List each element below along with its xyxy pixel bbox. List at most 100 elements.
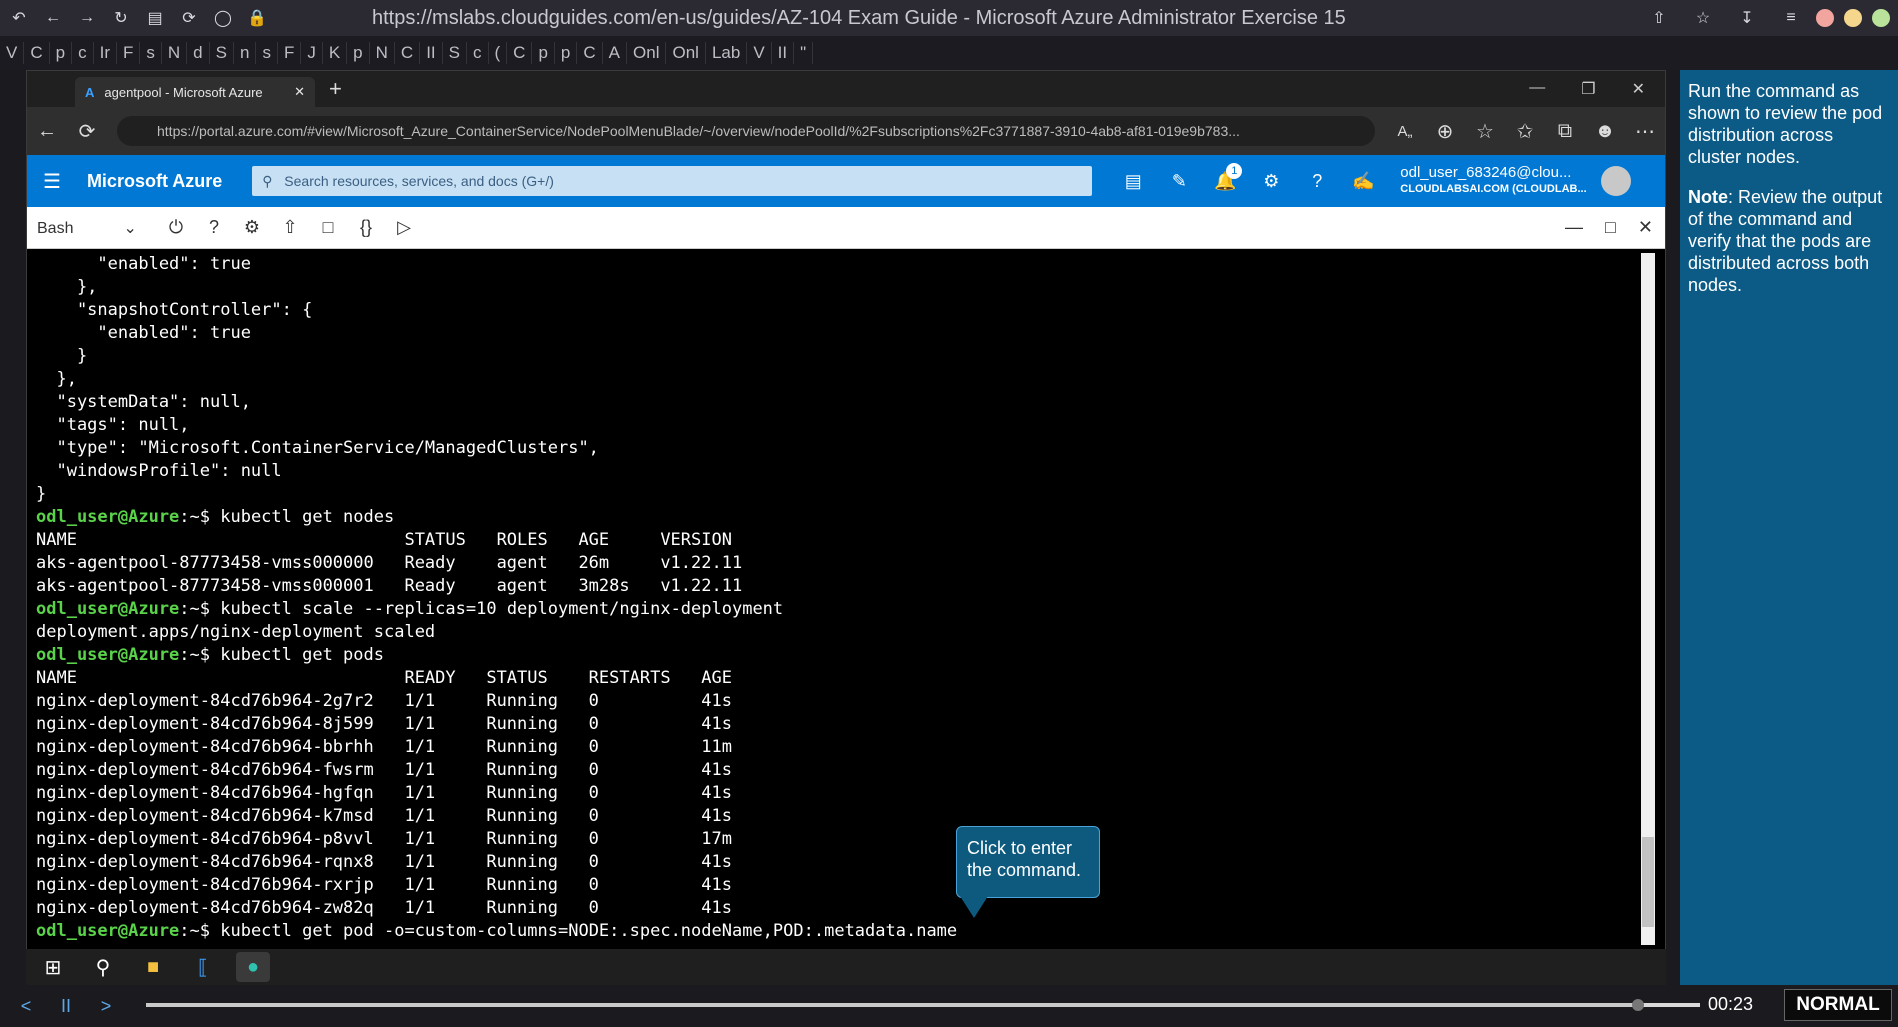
read-aloud-icon[interactable]: A„ — [1385, 123, 1425, 140]
search-icon[interactable]: ⚲ — [86, 952, 120, 982]
reload-icon[interactable]: ⟳ — [174, 3, 204, 33]
tab-close-icon[interactable]: ✕ — [294, 84, 305, 100]
outer-url-field[interactable]: https://mslabs.cloudguides.com/en-us/gui… — [372, 7, 1372, 30]
bookmark-item[interactable]: N — [370, 42, 395, 64]
editor-icon[interactable]: {} — [347, 217, 385, 238]
terminal[interactable]: "enabled": true }, "snapshotController":… — [27, 249, 1665, 949]
bookmark-item[interactable]: J — [301, 42, 323, 64]
edge-refresh-icon[interactable]: ⟳ — [67, 119, 107, 144]
windows-start-icon[interactable]: ⊞ — [36, 952, 70, 982]
upload-download-icon[interactable]: ⇧ — [271, 217, 309, 238]
directory-filter-icon[interactable]: ✎ — [1156, 171, 1202, 192]
feedback-icon[interactable]: ✍ — [1340, 171, 1386, 192]
bookmark-item[interactable]: p — [532, 42, 555, 64]
cs-minimize-icon[interactable]: — — [1565, 217, 1583, 238]
zoom-icon[interactable]: ⊕ — [1425, 119, 1465, 144]
bookmark-item[interactable]: A — [603, 42, 628, 64]
bookmark-item[interactable]: F — [278, 42, 302, 64]
bookmark-item[interactable]: n — [234, 42, 257, 64]
bookmark-item[interactable]: d — [187, 42, 210, 64]
favorites-icon[interactable]: ✩ — [1505, 119, 1545, 144]
bookmark-item[interactable]: Ir — [94, 42, 117, 64]
forward-icon[interactable]: → — [72, 3, 102, 33]
close-dot-icon[interactable] — [1816, 9, 1834, 27]
edge-back-icon[interactable]: ← — [27, 120, 67, 143]
shield-icon[interactable]: ◯ — [208, 3, 238, 33]
bookmark-item[interactable]: Onl — [666, 42, 706, 64]
cs-close-icon[interactable]: ✕ — [1638, 217, 1653, 238]
back-icon[interactable]: ← — [38, 3, 68, 33]
next-icon[interactable]: > — [86, 996, 126, 1017]
edge-restore-icon[interactable]: ❐ — [1581, 79, 1595, 99]
settings-icon[interactable]: ⚙ — [233, 217, 271, 238]
reader-icon[interactable]: ▤ — [140, 3, 170, 33]
bookmark-item[interactable]: p — [50, 42, 73, 64]
azure-search-input[interactable]: ⚲ Search resources, services, and docs (… — [252, 166, 1093, 196]
bookmark-item[interactable]: Lab — [706, 42, 748, 64]
menu-icon[interactable]: ≡ — [1776, 3, 1806, 33]
account-info[interactable]: odl_user_683246@clou... CLOUDLABSAI.COM … — [1400, 165, 1586, 197]
scrollbar-thumb[interactable] — [1642, 837, 1654, 927]
bookmark-item[interactable]: C — [577, 42, 603, 64]
hamburger-icon[interactable]: ☰ — [43, 169, 61, 194]
bookmark-item[interactable]: S — [443, 42, 467, 64]
bookmark-item[interactable]: s — [256, 42, 278, 64]
avatar[interactable] — [1600, 166, 1631, 196]
more-icon[interactable]: ⋯ — [1625, 119, 1665, 144]
bookmark-item[interactable]: II — [772, 42, 795, 64]
tab-agentpool[interactable]: A agentpool - Microsoft Azure ✕ — [75, 77, 315, 107]
bookmark-item[interactable]: ( — [489, 42, 508, 64]
bookmark-item[interactable]: N — [162, 42, 188, 64]
share-icon[interactable]: ⇧ — [1644, 3, 1674, 33]
bookmark-item[interactable]: p — [347, 42, 370, 64]
collections-icon[interactable]: ⧉ — [1545, 120, 1585, 143]
mode-badge[interactable]: NORMAL — [1784, 989, 1892, 1021]
web-preview-icon[interactable]: ▷ — [385, 217, 423, 238]
maximize-dot-icon[interactable] — [1872, 9, 1890, 27]
progress-knob[interactable] — [1631, 999, 1644, 1011]
bookmark-item[interactable]: c — [72, 42, 94, 64]
star-icon[interactable]: ☆ — [1688, 3, 1718, 33]
minimize-dot-icon[interactable] — [1844, 9, 1862, 27]
bookmark-item[interactable]: S — [210, 42, 234, 64]
progress-track[interactable] — [146, 999, 1700, 1011]
vscode-icon[interactable]: ⟦ — [186, 952, 220, 982]
bookmark-item[interactable]: C — [395, 42, 421, 64]
help-icon[interactable]: ? — [195, 217, 233, 238]
shell-selector[interactable]: Bash ⌄ — [37, 218, 157, 238]
bookmark-item[interactable]: V — [0, 42, 25, 64]
cs-maximize-icon[interactable]: □ — [1605, 217, 1616, 238]
bookmark-item[interactable]: C — [24, 42, 50, 64]
undo-icon[interactable]: ↶ — [4, 3, 34, 33]
bookmark-item[interactable]: F — [117, 42, 141, 64]
bookmark-item[interactable]: K — [323, 42, 348, 64]
cloudshell-icon[interactable]: ▤ — [1110, 171, 1156, 192]
bookmark-item[interactable]: II — [420, 42, 443, 64]
notifications-icon[interactable]: 🔔 1 — [1202, 162, 1248, 192]
edge-minimize-icon[interactable]: — — [1529, 79, 1545, 99]
bookmark-item[interactable]: c — [467, 42, 489, 64]
file-explorer-icon[interactable]: ■ — [136, 952, 170, 982]
edge-close-icon[interactable]: ✕ — [1632, 79, 1645, 99]
bookmark-item[interactable]: s — [140, 42, 162, 64]
bookmark-item[interactable]: " — [794, 42, 814, 64]
profile-icon[interactable]: ☻ — [1585, 120, 1625, 143]
restart-icon[interactable]: ⏻ — [157, 217, 195, 238]
bookmark-item[interactable]: Onl — [627, 42, 667, 64]
favorite-icon[interactable]: ☆ — [1465, 119, 1505, 144]
settings-icon[interactable]: ⚙ — [1248, 171, 1294, 192]
pause-icon[interactable]: II — [46, 996, 86, 1017]
new-tab-icon[interactable]: + — [329, 76, 342, 102]
help-icon[interactable]: ? — [1294, 171, 1340, 192]
previous-icon[interactable]: < — [6, 996, 46, 1017]
open-file-share-icon[interactable]: □ — [309, 217, 347, 238]
azure-title[interactable]: Microsoft Azure — [87, 171, 222, 192]
edge-url-field[interactable]: https://portal.azure.com/#view/Microsoft… — [117, 116, 1375, 146]
sync-icon[interactable]: ↻ — [106, 3, 136, 33]
bookmark-item[interactable]: C — [507, 42, 533, 64]
callout-click-to-enter[interactable]: Click to enter the command. — [956, 826, 1100, 898]
bookmark-item[interactable]: p — [555, 42, 578, 64]
scrollbar[interactable] — [1641, 253, 1655, 945]
edge-icon[interactable]: ● — [236, 952, 270, 982]
download-icon[interactable]: ↧ — [1732, 3, 1762, 33]
